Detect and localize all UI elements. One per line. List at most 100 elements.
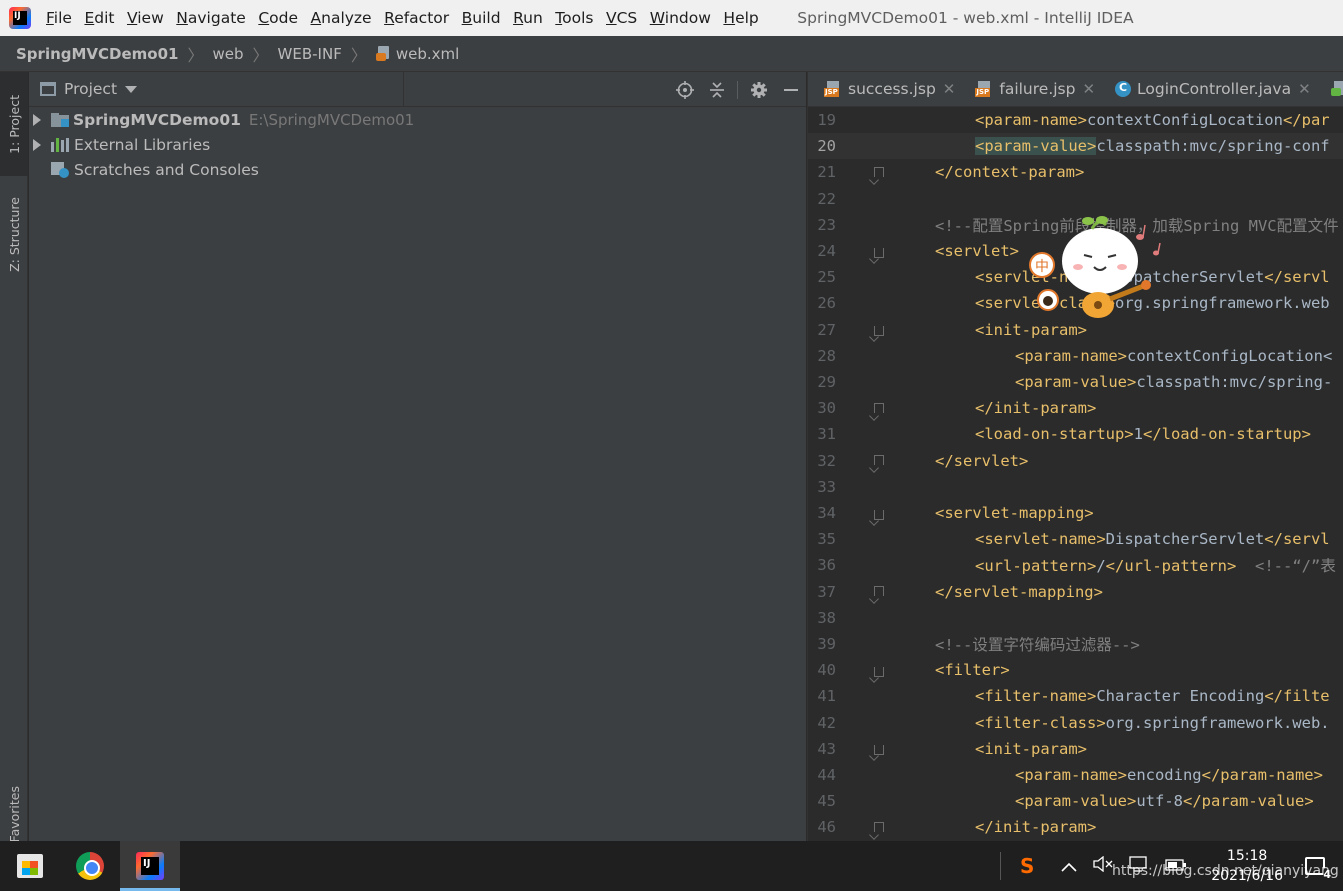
code-line[interactable]: 39 <!--设置字符编码过滤器--> [808,631,1343,657]
code-line[interactable]: 21 </context-param> [808,159,1343,185]
sogou-input-icon[interactable]: S [1015,854,1039,878]
code-line[interactable]: 38 [808,605,1343,631]
code-line[interactable]: 27 <init-param> [808,317,1343,343]
chevron-up-icon[interactable] [1061,857,1077,876]
line-number: 24 [817,242,836,260]
menu-refactor[interactable]: Refactor [383,9,450,27]
gutter-space [872,795,885,808]
expand-arrow-icon[interactable] [33,113,41,126]
fold-marker-icon[interactable] [872,454,885,467]
code-line[interactable]: 26 <servlet-class>org.springframework.web [808,290,1343,316]
code-line[interactable]: 28 <param-name>contextConfigLocation< [808,343,1343,369]
intellij-logo-icon[interactable]: IJ [9,7,31,29]
breadcrumb-project[interactable]: SpringMVCDemo01 [16,45,178,63]
line-number: 43 [817,739,836,758]
fold-marker-icon[interactable] [872,402,885,415]
fold-marker-icon[interactable] [872,245,885,258]
code-line[interactable]: 43 <init-param> [808,736,1343,762]
line-number: 40 [817,661,836,680]
project-panel-title[interactable]: Project [64,80,117,98]
code-line[interactable]: 31 <load-on-startup>1</load-on-startup> [808,421,1343,447]
code-text: <servlet> [935,242,1019,260]
fold-marker-icon[interactable] [872,323,885,337]
code-line[interactable]: 46 </init-param> [808,814,1343,840]
gutter-space [872,297,885,310]
breadcrumb-separator-icon: 〉 [350,45,367,65]
code-line[interactable]: 24 <servlet> [808,238,1343,264]
line-number: 27 [817,320,836,339]
menu-vcs[interactable]: VCS [605,9,638,27]
line-number: 30 [817,399,836,418]
code-line[interactable]: 33 [808,474,1343,500]
code-line[interactable]: 37 </servlet-mapping> [808,579,1343,605]
expand-arrow-icon[interactable] [33,138,41,151]
fold-marker-icon[interactable] [872,166,885,179]
menu-navigate[interactable]: Navigate [175,9,247,27]
fold-marker-icon[interactable] [872,821,885,834]
code-line[interactable]: 42 <filter-class>org.springframework.web. [808,710,1343,736]
code-line[interactable]: 32 </servlet> [808,448,1343,474]
code-line[interactable]: 30 </init-param> [808,395,1343,421]
menu-window[interactable]: Window [649,9,712,27]
code-line[interactable]: 40 <filter> [808,657,1343,683]
close-icon[interactable]: ✕ [1082,80,1095,98]
close-icon[interactable]: ✕ [943,80,956,98]
breadcrumb-web-inf[interactable]: WEB-INF [278,45,342,63]
code-line[interactable]: 35 <servlet-name>DispatcherServlet</servl [808,526,1343,552]
tool-tab-project[interactable]: 1: Project [0,72,28,176]
volume-muted-icon[interactable] [1093,855,1113,876]
menu-build[interactable]: Build [461,9,502,27]
code-line[interactable]: 23 <!--配置Spring前段控制器，加载Spring MVC配置文件 [808,212,1343,238]
taskbar-chrome[interactable] [60,841,120,891]
locate-target-icon[interactable] [675,80,695,100]
menu-code[interactable]: Code [257,9,299,27]
tab-label: failure.jsp [999,80,1076,98]
gutter-space [872,533,885,546]
tree-item-label: Scratches and Consoles [74,160,259,179]
line-number: 29 [817,373,836,391]
fold-marker-icon[interactable] [872,664,885,677]
tree-item-external-libraries[interactable]: External Libraries [29,132,806,157]
code-line[interactable]: 41 <filter-name>Character Encoding</filte [808,683,1343,709]
taskbar-intellij[interactable]: IJ [120,841,180,891]
menu-file[interactable]: File [45,9,73,27]
code-area[interactable]: 19 <param-name>contextConfigLocation</par… [808,107,1343,841]
menu-run[interactable]: Run [512,9,544,27]
menu-analyze[interactable]: Analyze [310,9,373,27]
breadcrumb-web-xml[interactable]: web.xml [396,45,459,63]
code-line[interactable]: 34 <servlet-mapping> [808,500,1343,526]
code-line[interactable]: 20 <param-value>classpath:mvc/spring-conf [808,133,1343,160]
tab-spring-xml[interactable]: sp [1315,72,1343,107]
tree-item-project-root[interactable]: SpringMVCDemo01 E:\SpringMVCDemo01 [29,107,806,132]
code-line[interactable]: 22 [808,186,1343,212]
tab-success-jsp[interactable]: success.jsp ✕ [808,72,959,107]
menu-help[interactable]: Help [722,9,759,27]
tab-login-controller[interactable]: LoginController.java ✕ [1099,72,1315,107]
code-line[interactable]: 25 <servlet-name>DispatcherServlet</servl [808,264,1343,290]
taskbar-store[interactable] [0,841,60,891]
close-icon[interactable]: ✕ [1298,80,1311,98]
minimize-panel-icon[interactable] [781,80,801,100]
tab-failure-jsp[interactable]: failure.jsp ✕ [959,72,1099,107]
code-line[interactable]: 44 <param-name>encoding</param-name> [808,762,1343,788]
tool-tab-structure[interactable]: Z: Structure [0,184,28,284]
code-line[interactable]: 19 <param-name>contextConfigLocation</par [808,107,1343,133]
code-line[interactable]: 29 <param-value>classpath:mvc/spring- [808,369,1343,395]
tree-item-scratches[interactable]: Scratches and Consoles [29,157,806,182]
chevron-down-icon[interactable] [125,85,138,93]
gear-icon[interactable] [749,80,769,100]
breadcrumb-web[interactable]: web [213,45,244,63]
tool-tab-favorites[interactable]: Favorites [0,786,28,842]
collapse-all-icon[interactable] [707,80,727,100]
code-line[interactable]: 45 <param-value>utf-8</param-value> [808,788,1343,814]
fold-marker-icon[interactable] [872,585,885,598]
tab-label: success.jsp [848,80,936,98]
fold-marker-icon[interactable] [872,742,885,756]
menu-tools[interactable]: Tools [554,9,594,27]
line-number: 42 [817,713,836,732]
fold-marker-icon[interactable] [872,507,885,520]
menu-edit[interactable]: Edit [83,9,115,27]
menu-view[interactable]: View [126,9,165,27]
code-text: <init-param> [975,320,1087,339]
code-line[interactable]: 36 <url-pattern>/</url-pattern> <!--“/”表 [808,552,1343,578]
